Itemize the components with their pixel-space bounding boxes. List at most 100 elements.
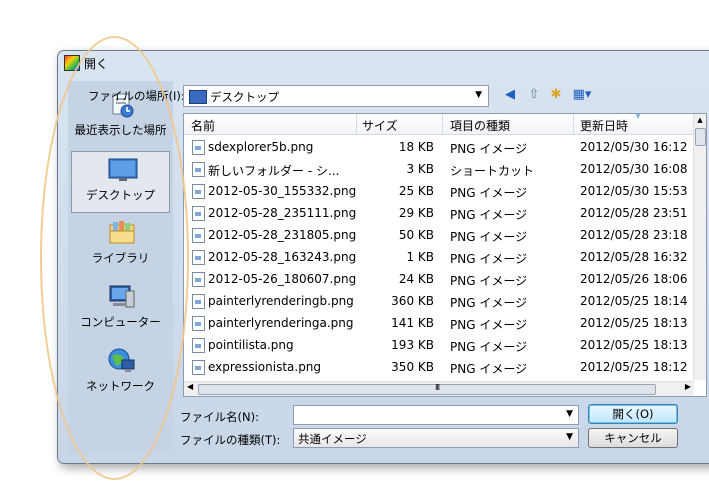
file-name: painterlyrenderinga.png bbox=[208, 316, 354, 330]
filename-label: ファイル名(N): bbox=[180, 410, 259, 424]
png-file-icon bbox=[192, 250, 205, 265]
file-name: 2012-05-28_163243.png bbox=[208, 250, 357, 264]
file-size: 193 KB bbox=[391, 338, 434, 352]
view-menu-icon[interactable]: ▦▾ bbox=[569, 87, 595, 103]
file-row[interactable]: 2012-05-28_163243.png 1 KB PNG イメージ 2012/05… bbox=[184, 246, 694, 268]
png-file-icon bbox=[192, 140, 205, 155]
png-file-icon bbox=[192, 184, 205, 199]
horizontal-scroll-thumb[interactable]: III bbox=[198, 383, 656, 395]
file-date: 2012/05/30 15:53 bbox=[580, 184, 688, 198]
file-row[interactable]: expressionista.png 350 KB PNG イメージ 2012/05/… bbox=[184, 356, 694, 378]
place-libraries-label: ライブラリ bbox=[91, 251, 150, 265]
file-size: 360 KB bbox=[391, 294, 434, 308]
file-type: PNG イメージ bbox=[450, 208, 528, 222]
file-date: 2012/05/30 16:08 bbox=[580, 162, 688, 176]
file-name: pointilista.png bbox=[208, 338, 294, 352]
file-size: 3 KB bbox=[406, 162, 434, 176]
libraries-icon bbox=[109, 221, 135, 244]
file-size: 1 KB bbox=[406, 250, 434, 264]
file-row[interactable]: pointilista.png 193 KB PNG イメージ 2012/05/25 … bbox=[184, 334, 694, 356]
vertical-scrollbar[interactable]: ▲ bbox=[693, 114, 706, 380]
file-size: 29 KB bbox=[398, 206, 434, 220]
file-type: PNG イメージ bbox=[450, 186, 528, 200]
back-icon[interactable]: ◀ bbox=[501, 87, 519, 103]
png-file-icon bbox=[192, 360, 205, 375]
file-date: 2012/05/25 18:13 bbox=[580, 316, 688, 330]
chevron-down-icon: ▼ bbox=[566, 432, 573, 442]
window-title: 開く bbox=[84, 57, 109, 71]
filetype-label: ファイルの種類(T): bbox=[180, 433, 281, 447]
shortcut-icon bbox=[192, 162, 205, 177]
file-type: PNG イメージ bbox=[450, 362, 528, 376]
file-row[interactable]: sdexplorer5b.png 18 KB PNG イメージ 2012/05/30 … bbox=[184, 136, 694, 158]
png-file-icon bbox=[192, 228, 205, 243]
filename-input[interactable]: ▼ bbox=[293, 405, 579, 425]
up-folder-icon[interactable]: ⇧ bbox=[525, 87, 543, 103]
file-type: PNG イメージ bbox=[450, 340, 528, 354]
file-size: 18 KB bbox=[398, 140, 434, 154]
file-row[interactable]: 2012-05-28_235111.png 29 KB PNG イメージ 2012/0… bbox=[184, 202, 694, 224]
app-icon bbox=[64, 55, 80, 71]
file-row[interactable]: painterlyrenderinga.png 141 KB PNG イメージ 201… bbox=[184, 312, 694, 334]
file-date: 2012/05/28 16:32 bbox=[580, 250, 688, 264]
file-name: 新しいフォルダー - シ... bbox=[208, 164, 340, 178]
file-type: PNG イメージ bbox=[450, 252, 528, 266]
file-name: expressionista.png bbox=[208, 360, 322, 374]
list-header: 名前 サイズ 項目の種類 更新日時 ▼ bbox=[184, 114, 694, 135]
computer-icon bbox=[109, 285, 135, 308]
column-name[interactable]: 名前 bbox=[191, 117, 215, 134]
png-file-icon bbox=[192, 206, 205, 221]
place-computer-label: コンピューター bbox=[80, 315, 161, 329]
place-network[interactable]: ネットワーク bbox=[71, 343, 170, 405]
file-date: 2012/05/25 18:14 bbox=[580, 294, 688, 308]
file-row[interactable]: painterlyrenderingb.png 360 KB PNG イメージ 201… bbox=[184, 290, 694, 312]
chevron-down-icon: ▼ bbox=[475, 90, 482, 100]
place-network-label: ネットワーク bbox=[86, 379, 155, 393]
file-name: painterlyrenderingb.png bbox=[208, 294, 354, 308]
scroll-up-icon[interactable]: ▲ bbox=[694, 116, 706, 124]
column-date[interactable]: 更新日時 bbox=[580, 117, 628, 134]
file-type: PNG イメージ bbox=[450, 318, 528, 332]
title-bar[interactable]: 開く bbox=[58, 51, 709, 73]
file-row[interactable]: 新しいフォルダー - シ... 3 KB ショートカット 2012/05/30 16:… bbox=[184, 158, 694, 180]
place-libraries[interactable]: ライブラリ bbox=[71, 215, 170, 277]
file-size: 50 KB bbox=[398, 228, 434, 242]
column-type[interactable]: 項目の種類 bbox=[450, 117, 510, 134]
file-name: 2012-05-28_231805.png bbox=[208, 228, 357, 242]
places-bar: 最近表示した場所 デスクトップ ライブラリ コンピューター ネットワーク bbox=[68, 81, 173, 453]
place-recent-label: 最近表示した場所 bbox=[74, 123, 167, 137]
file-type: ショートカット bbox=[450, 164, 535, 178]
scroll-right-icon[interactable]: ▶ bbox=[685, 382, 691, 391]
vertical-scroll-thumb[interactable] bbox=[695, 128, 706, 146]
file-name: 2012-05-26_180607.png bbox=[208, 272, 357, 286]
horizontal-scrollbar[interactable]: ◀ III ▶ bbox=[184, 381, 694, 396]
file-size: 24 KB bbox=[398, 272, 434, 286]
file-type: PNG イメージ bbox=[450, 274, 528, 288]
place-desktop[interactable]: デスクトップ bbox=[71, 151, 170, 213]
file-row[interactable]: 2012-05-30_155332.png 25 KB PNG イメージ 2012/0… bbox=[184, 180, 694, 202]
file-row[interactable]: 2012-05-28_231805.png 50 KB PNG イメージ 2012/0… bbox=[184, 224, 694, 246]
file-date: 2012/05/25 18:12 bbox=[580, 360, 688, 374]
chevron-down-icon[interactable]: ▼ bbox=[566, 409, 573, 419]
filetype-select[interactable]: 共通イメージ ▼ bbox=[293, 428, 579, 448]
file-date: 2012/05/26 18:06 bbox=[580, 272, 688, 286]
png-file-icon bbox=[192, 316, 205, 331]
cancel-button[interactable]: キャンセル bbox=[588, 428, 678, 448]
file-type: PNG イメージ bbox=[450, 142, 528, 156]
column-size[interactable]: サイズ bbox=[362, 117, 398, 134]
new-folder-icon[interactable]: ✱ bbox=[547, 87, 565, 103]
place-computer[interactable]: コンピューター bbox=[71, 279, 170, 341]
desktop-folder-icon bbox=[189, 90, 207, 104]
file-size: 25 KB bbox=[398, 184, 434, 198]
place-desktop-label: デスクトップ bbox=[86, 188, 155, 202]
file-list[interactable]: 名前 サイズ 項目の種類 更新日時 ▼ sdexplorer5b.png 18 K… bbox=[183, 113, 707, 397]
png-file-icon bbox=[192, 272, 205, 287]
file-name: 2012-05-30_155332.png bbox=[208, 184, 357, 198]
file-name: 2012-05-28_235111.png bbox=[208, 206, 357, 220]
file-row[interactable]: 2012-05-26_180607.png 24 KB PNG イメージ 2012/0… bbox=[184, 268, 694, 290]
scroll-left-icon[interactable]: ◀ bbox=[187, 382, 193, 391]
lookin-dropdown[interactable]: デスクトップ ▼ bbox=[183, 85, 489, 107]
file-date: 2012/05/28 23:51 bbox=[580, 206, 688, 220]
open-button[interactable]: 開く(O) bbox=[588, 404, 678, 424]
file-name: sdexplorer5b.png bbox=[208, 140, 314, 154]
